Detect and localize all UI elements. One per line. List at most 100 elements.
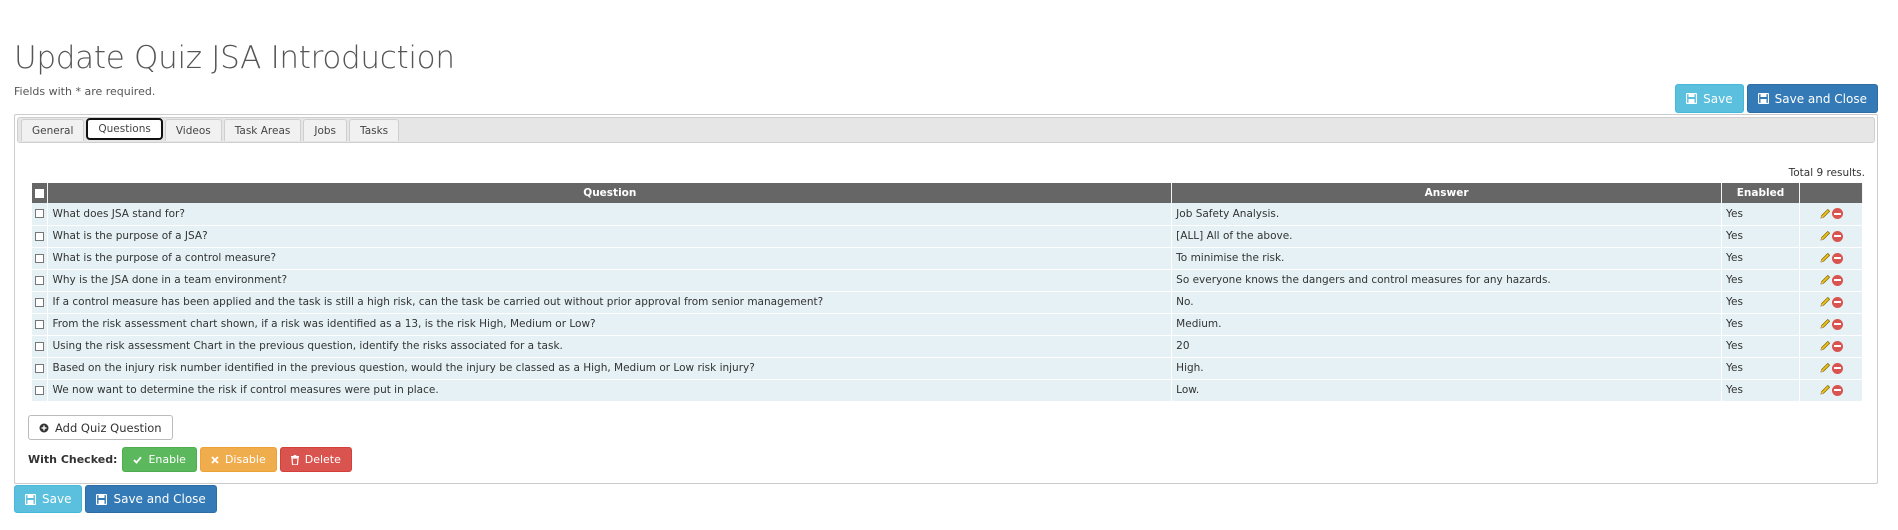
enabled-cell: Yes (1721, 379, 1800, 402)
save-button-bottom[interactable]: Save (14, 485, 83, 513)
minus-circle-icon[interactable] (1831, 274, 1843, 286)
question-cell: What does JSA stand for? (47, 203, 1173, 226)
table-row[interactable]: From the risk assessment chart shown, if… (32, 313, 1864, 336)
row-checkbox[interactable] (35, 319, 45, 329)
row-checkbox[interactable] (35, 209, 45, 219)
minus-circle-icon[interactable] (1831, 362, 1843, 374)
answer-cell: Low. (1171, 379, 1723, 402)
row-actions-cell (1799, 247, 1864, 270)
question-cell: If a control measure has been applied an… (47, 291, 1173, 314)
disable-button-label: Disable (224, 453, 266, 466)
table-row[interactable]: Why is the JSA done in a team environmen… (32, 269, 1864, 292)
answer-cell: High. (1171, 357, 1723, 380)
column-header-enabled[interactable]: Enabled (1721, 183, 1800, 203)
minus-circle-icon[interactable] (1831, 230, 1843, 242)
row-checkbox[interactable] (35, 231, 45, 241)
row-select-cell (32, 335, 49, 358)
answer-cell: To minimise the risk. (1171, 247, 1723, 270)
row-checkbox[interactable] (35, 253, 45, 263)
plus-circle-icon (39, 423, 49, 433)
results-summary: Total 9 results. (1788, 167, 1865, 179)
save-and-close-button-top[interactable]: Save and Close (1746, 84, 1878, 113)
pencil-icon[interactable] (1819, 274, 1831, 286)
delete-button-label: Delete (304, 453, 341, 466)
required-fields-note: Fields with * are required. (14, 85, 156, 98)
x-icon (211, 455, 219, 464)
row-select-cell (32, 225, 49, 248)
enable-button[interactable]: Enable (122, 447, 197, 472)
row-checkbox[interactable] (35, 341, 45, 351)
column-header-answer[interactable]: Answer (1171, 183, 1723, 203)
table-row[interactable]: What is the purpose of a JSA? [ALL] All o… (32, 225, 1864, 248)
minus-circle-icon[interactable] (1831, 384, 1843, 396)
row-actions-cell (1799, 379, 1864, 402)
answer-cell: 20 (1171, 335, 1723, 358)
tab-videos[interactable]: Videos (164, 119, 222, 141)
column-header-question[interactable]: Question (47, 183, 1173, 203)
question-cell: Based on the injury risk number identifi… (47, 357, 1173, 380)
tab-questions[interactable]: Questions (86, 118, 163, 140)
table-row[interactable]: Using the risk assessment Chart in the p… (32, 335, 1864, 358)
save-and-close-button-top-label: Save and Close (1774, 91, 1867, 106)
enabled-cell: Yes (1721, 203, 1800, 226)
minus-circle-icon[interactable] (1831, 296, 1843, 308)
row-checkbox[interactable] (35, 385, 45, 395)
pencil-icon[interactable] (1819, 340, 1831, 352)
row-actions-cell (1799, 225, 1864, 248)
row-actions-cell (1799, 203, 1864, 226)
minus-circle-icon[interactable] (1831, 340, 1843, 352)
enabled-cell: Yes (1721, 335, 1800, 358)
pencil-icon[interactable] (1819, 384, 1831, 396)
select-all-checkbox[interactable] (35, 188, 45, 198)
tab-jobs[interactable]: Jobs (303, 119, 348, 141)
page-title: Update Quiz JSA Introduction (14, 40, 455, 76)
answer-cell: So everyone knows the dangers and contro… (1171, 269, 1723, 292)
save-button-top[interactable]: Save (1675, 84, 1744, 113)
minus-circle-icon[interactable] (1831, 208, 1843, 220)
disable-button[interactable]: Disable (199, 447, 277, 472)
enabled-cell: Yes (1721, 225, 1800, 248)
floppy-disk-icon (25, 493, 36, 505)
pencil-icon[interactable] (1819, 208, 1831, 220)
with-checked-label: With Checked: (28, 453, 118, 466)
save-button-bottom-label: Save (42, 492, 72, 506)
pencil-icon[interactable] (1819, 230, 1831, 242)
table-row[interactable]: Based on the injury risk number identifi… (32, 357, 1864, 380)
table-row[interactable]: What is the purpose of a control measure… (32, 247, 1864, 270)
save-and-close-button-bottom-label: Save and Close (113, 492, 206, 506)
tab-general[interactable]: General (21, 119, 85, 141)
save-and-close-button-bottom[interactable]: Save and Close (85, 485, 217, 513)
row-checkbox[interactable] (35, 275, 45, 285)
pencil-icon[interactable] (1819, 296, 1831, 308)
check-icon (133, 456, 143, 464)
add-quiz-question-button[interactable]: Add Quiz Question (28, 415, 173, 440)
minus-circle-icon[interactable] (1831, 252, 1843, 264)
pencil-icon[interactable] (1819, 318, 1831, 330)
pencil-icon[interactable] (1819, 252, 1831, 264)
tab-tasks[interactable]: Tasks (349, 119, 400, 141)
table-row[interactable]: What does JSA stand for? Job Safety Analy… (32, 203, 1864, 226)
pencil-icon[interactable] (1819, 362, 1831, 374)
floppy-disk-icon (96, 493, 108, 505)
delete-button[interactable]: Delete (279, 447, 352, 472)
enabled-cell: Yes (1721, 357, 1800, 380)
row-select-cell (32, 203, 49, 226)
row-checkbox[interactable] (35, 363, 45, 373)
question-cell: Using the risk assessment Chart in the p… (47, 335, 1173, 358)
table-row[interactable]: We now want to determine the risk if con… (32, 379, 1864, 402)
questions-table: Question Answer Enabled What does JSA st… (32, 183, 1864, 402)
minus-circle-icon[interactable] (1831, 318, 1843, 330)
column-header-actions (1799, 183, 1864, 203)
enabled-cell: Yes (1721, 313, 1800, 336)
tab-task-areas[interactable]: Task Areas (223, 119, 302, 141)
row-checkbox[interactable] (35, 297, 45, 307)
row-actions-cell (1799, 313, 1864, 336)
answer-cell: Medium. (1171, 313, 1723, 336)
question-cell: We now want to determine the risk if con… (47, 379, 1173, 402)
row-select-cell (32, 357, 49, 380)
row-select-cell (32, 291, 49, 314)
row-select-cell (32, 313, 49, 336)
row-actions-cell (1799, 291, 1864, 314)
table-header-row: Question Answer Enabled (32, 183, 1864, 203)
table-row[interactable]: If a control measure has been applied an… (32, 291, 1864, 314)
